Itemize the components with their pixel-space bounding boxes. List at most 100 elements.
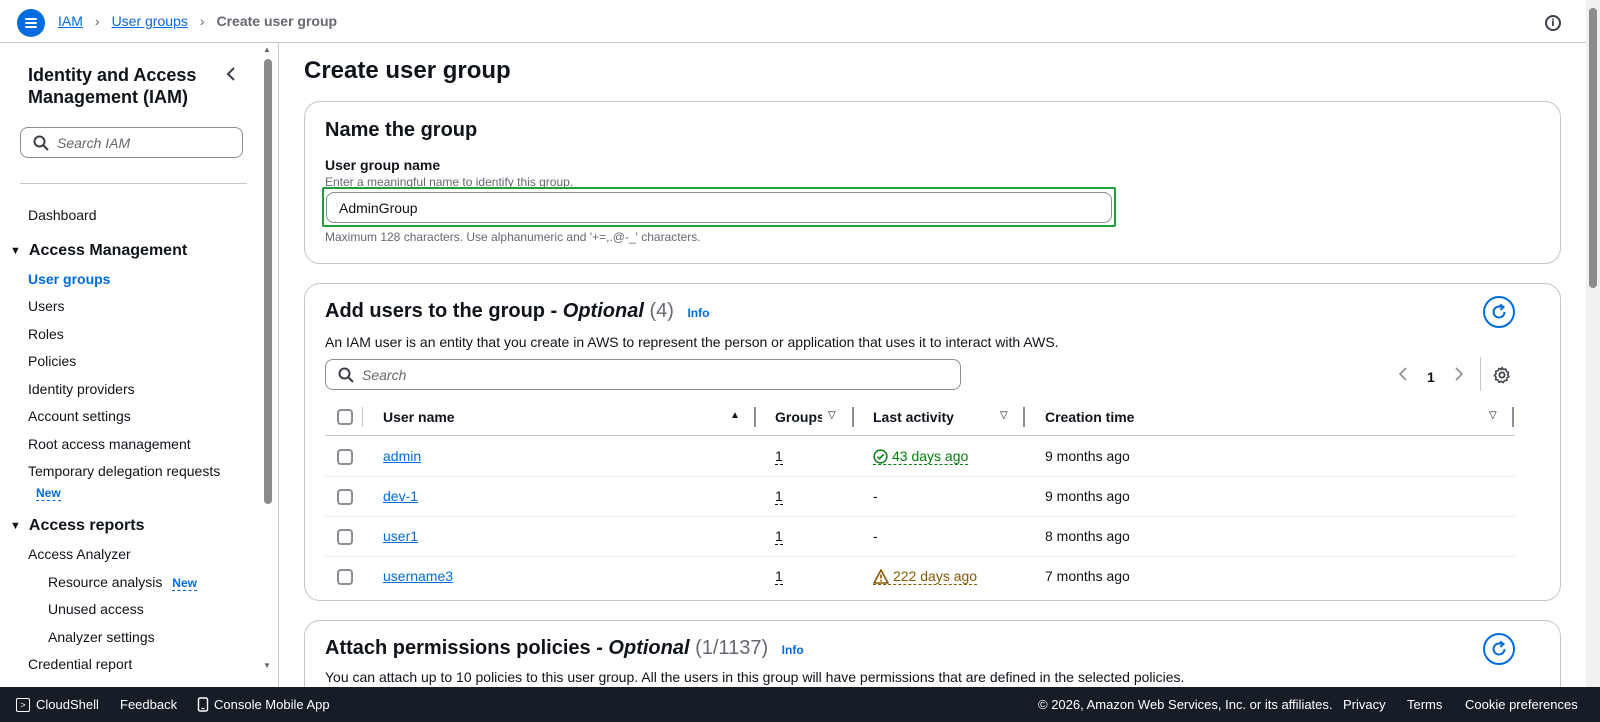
sidebar-item-credential-report[interactable]: Credential report <box>28 656 132 672</box>
add-users-card: Add users to the group - Optional (4) In… <box>304 283 1561 601</box>
creation-time: 7 months ago <box>1045 568 1130 584</box>
terminal-icon: > <box>16 697 30 712</box>
table-header: User name ▲ Groups ▽ Last activity ▽ Cre… <box>325 399 1515 436</box>
group-name-focus-ring <box>322 187 1116 227</box>
user-name-link[interactable]: user1 <box>383 528 418 544</box>
sort-icon[interactable]: ▽ <box>828 410 836 421</box>
console-mobile-app-link[interactable]: Console Mobile App <box>197 697 330 712</box>
new-badge: New <box>36 486 61 501</box>
chevron-left-icon[interactable] <box>1398 367 1407 386</box>
new-badge: New <box>172 576 197 591</box>
groups-count[interactable]: 1 <box>775 448 783 465</box>
user-name-link[interactable]: admin <box>383 448 421 464</box>
pagination: 1 <box>1398 367 1463 386</box>
cloudshell-button[interactable]: > CloudShell <box>16 697 99 712</box>
warning-icon <box>873 568 889 584</box>
sidebar-item-users[interactable]: Users <box>28 298 65 314</box>
chevron-right-icon[interactable] <box>1455 367 1463 386</box>
cookie-preferences-link[interactable]: Cookie preferences <box>1465 697 1578 712</box>
row-checkbox[interactable] <box>337 529 353 545</box>
group-name-input[interactable] <box>326 192 1112 223</box>
sidebar-scrollbar[interactable]: ▲ ▼ <box>262 43 274 687</box>
group-name-label: User group name <box>325 157 441 173</box>
mobile-icon <box>197 697 209 712</box>
chevron-right-icon: › <box>94 13 100 29</box>
sidebar-section-access-reports[interactable]: ▼ Access reports <box>10 517 145 535</box>
sidebar-item-account-settings[interactable]: Account settings <box>28 408 131 424</box>
copyright: © 2026, Amazon Web Services, Inc. or its… <box>1038 697 1333 712</box>
privacy-link[interactable]: Privacy <box>1343 697 1386 712</box>
column-resizer[interactable] <box>852 407 854 427</box>
attach-policies-card: Attach permissions policies - Optional (… <box>304 620 1561 687</box>
page-scrollbar[interactable] <box>1586 0 1600 687</box>
scroll-down-icon[interactable]: ▼ <box>263 661 271 670</box>
caret-down-icon: ▼ <box>10 520 21 532</box>
search-icon <box>33 135 49 151</box>
sidebar-item-identity-providers[interactable]: Identity providers <box>28 381 135 397</box>
sidebar-scrollbar-thumb[interactable] <box>264 59 272 504</box>
column-header-user-name[interactable]: User name <box>383 409 455 425</box>
sidebar-item-unused-access[interactable]: Unused access <box>48 601 144 617</box>
sidebar: Identity and Access Management (IAM) Sea… <box>0 43 279 687</box>
refresh-button[interactable] <box>1483 296 1515 328</box>
row-checkbox[interactable] <box>337 489 353 505</box>
sidebar-item-roles[interactable]: Roles <box>28 326 64 342</box>
page-number[interactable]: 1 <box>1427 369 1435 385</box>
divider <box>20 183 247 184</box>
select-all-checkbox[interactable] <box>337 409 353 425</box>
groups-count[interactable]: 1 <box>775 568 783 585</box>
info-icon[interactable]: i <box>1545 15 1561 31</box>
last-activity: - <box>873 488 878 504</box>
refresh-icon <box>1492 640 1506 656</box>
sidebar-item-policies[interactable]: Policies <box>28 353 76 369</box>
sidebar-item-user-groups[interactable]: User groups <box>28 271 110 287</box>
sort-icon[interactable]: ▽ <box>1000 410 1008 421</box>
refresh-icon <box>1492 303 1506 319</box>
breadcrumb-iam[interactable]: IAM <box>58 13 83 29</box>
column-header-last-activity[interactable]: Last activity <box>873 409 954 425</box>
groups-count[interactable]: 1 <box>775 528 783 545</box>
sidebar-item-resource-analysis[interactable]: Resource analysis New <box>48 574 197 591</box>
sort-ascending-icon[interactable]: ▲ <box>730 410 740 421</box>
sidebar-title: Identity and Access Management (IAM) <box>28 65 197 107</box>
groups-count[interactable]: 1 <box>775 488 783 505</box>
collapse-sidebar-icon[interactable] <box>226 67 236 86</box>
terms-link[interactable]: Terms <box>1407 697 1442 712</box>
row-checkbox[interactable] <box>337 569 353 585</box>
info-link[interactable]: Info <box>782 643 804 657</box>
caret-down-icon: ▼ <box>10 245 21 257</box>
breadcrumb-user-groups[interactable]: User groups <box>112 13 188 29</box>
user-name-link[interactable]: dev-1 <box>383 488 418 504</box>
column-resizer[interactable] <box>1023 407 1025 427</box>
sidebar-item-root-access-management[interactable]: Root access management <box>28 436 191 452</box>
refresh-button[interactable] <box>1483 633 1515 665</box>
column-header-groups[interactable]: Groups <box>775 409 822 425</box>
last-activity: - <box>873 528 878 544</box>
feedback-link[interactable]: Feedback <box>120 697 177 712</box>
scroll-up-icon[interactable]: ▲ <box>263 45 271 54</box>
users-search-input[interactable]: Search <box>325 359 961 390</box>
last-activity[interactable]: 43 days ago <box>873 448 969 465</box>
table-row: user1 1 - 8 months ago <box>325 517 1515 557</box>
user-name-link[interactable]: username3 <box>383 568 453 584</box>
search-icon <box>338 367 354 383</box>
column-header-creation-time[interactable]: Creation time <box>1045 409 1134 425</box>
creation-time: 9 months ago <box>1045 448 1130 464</box>
column-resizer[interactable] <box>754 407 756 427</box>
row-checkbox[interactable] <box>337 449 353 465</box>
last-activity[interactable]: 222 days ago <box>873 568 978 585</box>
menu-icon[interactable] <box>17 9 45 37</box>
info-link[interactable]: Info <box>687 306 709 320</box>
success-check-icon <box>873 448 888 464</box>
sidebar-item-dashboard[interactable]: Dashboard <box>28 207 97 223</box>
sort-icon[interactable]: ▽ <box>1489 410 1497 421</box>
gear-icon[interactable] <box>1493 366 1511 384</box>
sidebar-search-input[interactable]: Search IAM <box>20 127 243 158</box>
sidebar-item-temporary-delegation[interactable]: Temporary delegation requests <box>28 463 220 479</box>
scrollbar-thumb[interactable] <box>1589 8 1597 288</box>
column-resizer[interactable] <box>1512 407 1514 427</box>
sidebar-item-analyzer-settings[interactable]: Analyzer settings <box>48 629 155 645</box>
sidebar-item-access-analyzer[interactable]: Access Analyzer <box>28 546 131 562</box>
name-group-heading: Name the group <box>325 119 478 141</box>
sidebar-section-access-management[interactable]: ▼ Access Management <box>10 242 187 260</box>
